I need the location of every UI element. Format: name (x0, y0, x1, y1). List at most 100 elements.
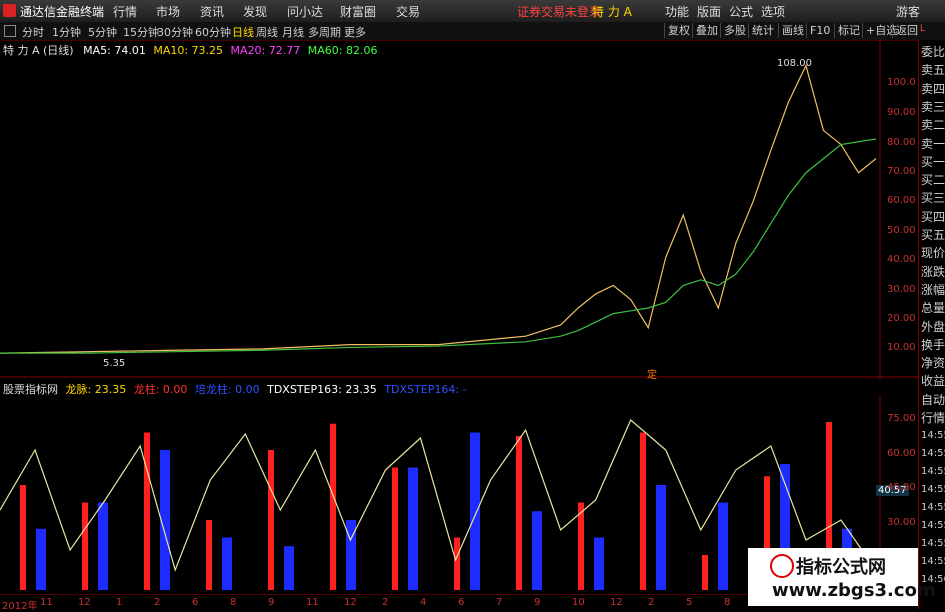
date-tick: 10 (572, 597, 585, 608)
date-tick: 6 (458, 597, 465, 608)
menu-market[interactable]: 行情 (113, 3, 137, 20)
menu-function[interactable]: 功能 (665, 3, 689, 20)
date-tick: 12 (344, 597, 357, 608)
quote-field-label[interactable]: 买四 (921, 210, 945, 225)
tick-time: 14:55 (921, 484, 945, 495)
ind-tick: 30.00 (887, 517, 916, 528)
toggle-icon[interactable] (4, 25, 16, 37)
date-tick: 2 (648, 597, 655, 608)
quote-field-label[interactable]: 卖四 (921, 82, 945, 97)
panel-mark: L (920, 24, 926, 34)
quote-field-label[interactable]: 卖二 (921, 118, 945, 133)
quote-field-label[interactable]: 卖五 (921, 63, 945, 78)
trade-status: 证券交易未登录 (517, 5, 602, 19)
red-bar (206, 520, 212, 590)
quote-field-label[interactable]: 收益 (921, 374, 945, 389)
btn-f10[interactable]: F10 (806, 23, 833, 38)
price-tick: 20.00 (887, 313, 916, 324)
menu-formula[interactable]: 公式 (729, 3, 753, 20)
date-tick: 12 (610, 597, 623, 608)
tab-5min[interactable]: 5分钟 (88, 24, 117, 40)
quote-field-label[interactable]: 自动 (921, 393, 945, 408)
btn-adjust[interactable]: 复权 (664, 23, 693, 38)
price-tick: 100.0 (887, 77, 916, 88)
quote-field-label[interactable]: 买一 (921, 155, 945, 170)
menu-discover[interactable]: 发现 (243, 3, 267, 20)
tick-time: 14:55 (921, 430, 945, 441)
title-bar: 通达信金融终端 行情 市场 资讯 发现 问小达 财富圈 交易 证券交易未登录 特… (0, 0, 945, 23)
quote-field-label[interactable]: 换手 (921, 338, 945, 353)
ind-tick: 60.00 (887, 448, 916, 459)
btn-stats[interactable]: 统计 (748, 23, 777, 38)
red-bar (268, 450, 274, 590)
tick-time: 14:55 (921, 538, 945, 549)
quote-field-label[interactable]: 净资 (921, 356, 945, 371)
menu-news[interactable]: 资讯 (200, 3, 224, 20)
menu-trade[interactable]: 交易 (396, 3, 420, 20)
tab-more[interactable]: 更多 (344, 24, 366, 40)
menu-options[interactable]: 选项 (761, 3, 785, 20)
price-tick: 80.00 (887, 137, 916, 148)
menu-layout[interactable]: 版面 (697, 3, 721, 20)
btn-draw[interactable]: 画线 (778, 23, 807, 38)
tick-time: 14:55 (921, 556, 945, 567)
btn-back[interactable]: 返回 (892, 23, 921, 38)
quote-field-label[interactable]: 总量 (921, 301, 945, 316)
btn-multistock[interactable]: 多股 (720, 23, 749, 38)
menu-wealth[interactable]: 财富圈 (340, 3, 376, 20)
quote-field-label[interactable]: 行情 (921, 411, 945, 426)
quote-field-label[interactable]: 买五 (921, 228, 945, 243)
quote-field-label[interactable]: 卖三 (921, 100, 945, 115)
tab-60min[interactable]: 60分钟 (195, 24, 231, 40)
series-line-MA60 (0, 138, 877, 354)
blue-bar (718, 502, 728, 590)
series-line-close (0, 63, 877, 354)
red-bar (144, 432, 150, 590)
blue-bar (532, 511, 542, 590)
price-tick: 90.00 (887, 107, 916, 118)
tab-daily[interactable]: 日线 (232, 24, 254, 40)
quote-field-label[interactable]: 涨跌 (921, 265, 945, 280)
red-bar (82, 502, 88, 590)
tab-monthly[interactable]: 月线 (282, 24, 304, 40)
tick-time: 14:55 (921, 448, 945, 459)
quote-field-label[interactable]: 卖一 (921, 137, 945, 152)
low-mark: 5.35 (103, 358, 126, 369)
btn-mark[interactable]: 标记 (834, 23, 863, 38)
blue-bar (98, 502, 108, 590)
quote-field-label[interactable]: 外盘 (921, 320, 945, 335)
logo-icon (770, 554, 794, 578)
menu-ask[interactable]: 问小达 (287, 3, 323, 20)
blue-bar (36, 528, 46, 590)
tick-time: 14:55 (921, 520, 945, 531)
watermark: 指标公式网 www.zbgs3.com (748, 548, 936, 606)
date-tick: 7 (496, 597, 503, 608)
price-tick: 50.00 (887, 225, 916, 236)
red-bar (392, 467, 398, 590)
red-bar (578, 502, 584, 590)
btn-overlay[interactable]: 叠加 (692, 23, 721, 38)
quote-field-label[interactable]: 买二 (921, 173, 945, 188)
date-tick: 1 (116, 597, 123, 608)
guest-label[interactable]: 游客 (896, 3, 920, 20)
price-tick: 70.00 (887, 166, 916, 177)
blue-bar (594, 537, 604, 590)
quote-panel: L 委比卖五卖四卖三卖二卖一买一买二买三买四买五现价涨跌涨幅总量外盘换手净资收益… (918, 24, 945, 609)
date-tick: 11 (306, 597, 319, 608)
quote-field-label[interactable]: 现价 (921, 246, 945, 261)
menu-exchange[interactable]: 市场 (156, 3, 180, 20)
quote-field-label[interactable]: 涨幅 (921, 283, 945, 298)
tab-timeshare[interactable]: 分时 (22, 24, 44, 40)
quote-field-label[interactable]: 买三 (921, 191, 945, 206)
tab-15min[interactable]: 15分钟 (123, 24, 159, 40)
blue-bar (284, 546, 294, 590)
tab-30min[interactable]: 30分钟 (157, 24, 193, 40)
watermark-url: www.zbgs3.com (772, 580, 936, 601)
tab-1min[interactable]: 1分钟 (52, 24, 81, 40)
tab-weekly[interactable]: 周线 (256, 24, 278, 40)
tab-multi[interactable]: 多周期 (308, 24, 341, 40)
blue-bar (470, 432, 480, 590)
price-tick: 30.00 (887, 284, 916, 295)
date-tick: 8 (230, 597, 237, 608)
quote-field-label[interactable]: 委比 (921, 45, 945, 60)
